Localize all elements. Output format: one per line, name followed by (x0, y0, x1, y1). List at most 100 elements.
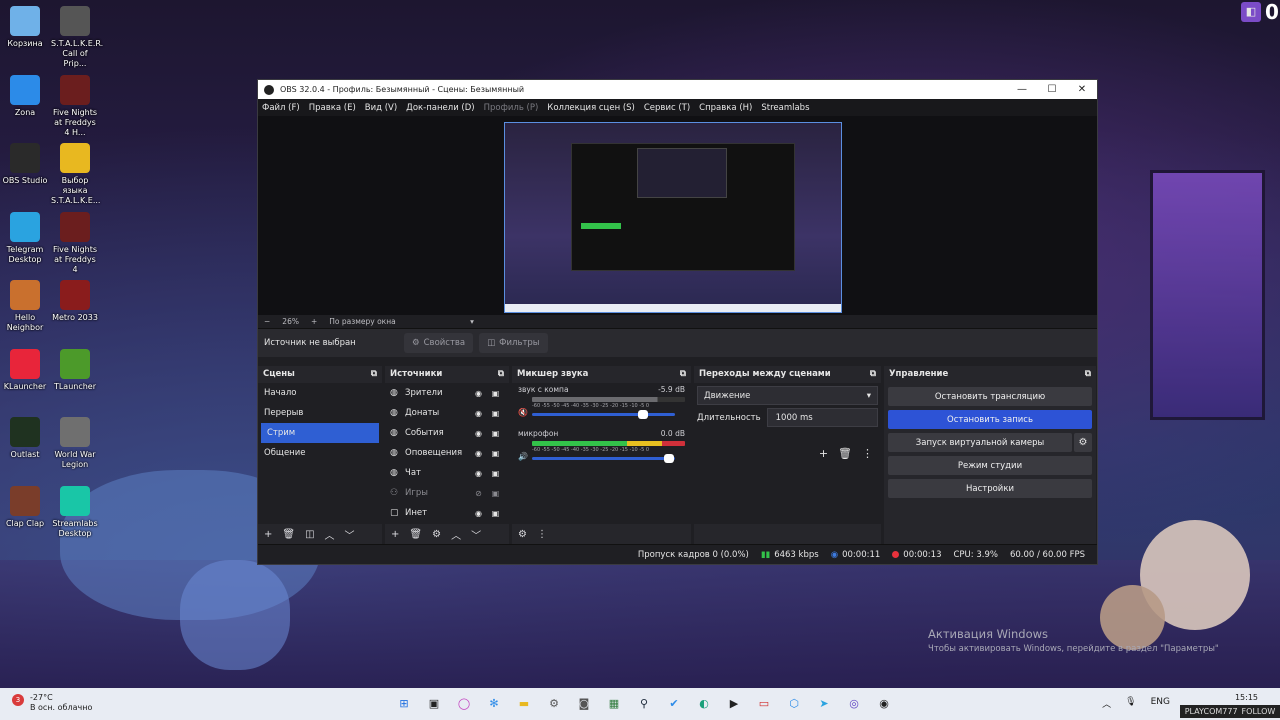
explorer-icon[interactable]: ▬ (514, 695, 534, 713)
volume-slider[interactable] (532, 410, 675, 419)
studio-mode-button[interactable]: Режим студии (888, 456, 1092, 475)
zoom-out-button[interactable]: − (264, 317, 270, 326)
filters-button[interactable]: ◫ Фильтры (479, 333, 548, 353)
menu-item[interactable]: Сервис (T) (644, 103, 690, 113)
eye-icon[interactable]: ◉ (470, 429, 487, 438)
lock-icon[interactable]: ▣ (487, 509, 504, 518)
edge-icon[interactable]: ◐ (694, 695, 714, 713)
source-item[interactable]: ◍ Зрители ◉ ▣ (385, 383, 509, 403)
muted-speaker-icon[interactable]: 🔇 (518, 408, 528, 417)
volume-slider[interactable] (532, 454, 675, 463)
lock-icon[interactable]: ▣ (487, 449, 504, 458)
undock-icon[interactable]: ⧉ (680, 369, 686, 379)
zona-icon[interactable]: ✻ (484, 695, 504, 713)
desktop-icon[interactable]: Telegram Desktop (1, 211, 49, 265)
todo-icon[interactable]: ✔ (664, 695, 684, 713)
mixer-menu-button[interactable]: ⋮ (537, 529, 547, 540)
player-icon[interactable]: ▶ (724, 695, 744, 713)
menu-item[interactable]: Справка (H) (699, 103, 752, 113)
eye-icon[interactable]: ◉ (470, 509, 487, 518)
scene-filters-button[interactable]: ◫ (305, 529, 314, 540)
scene-item[interactable]: Общение (258, 443, 382, 463)
add-source-button[interactable]: + (391, 529, 399, 540)
desktop-icon[interactable]: Metro 2033 (51, 280, 99, 323)
eye-icon[interactable]: ◉ (470, 449, 487, 458)
desktop-icon[interactable]: OBS Studio (1, 143, 49, 186)
lock-icon[interactable]: ▣ (487, 389, 504, 398)
desktop-icon[interactable]: Outlast (1, 417, 49, 460)
speaker-icon[interactable]: 🔊 (518, 452, 528, 461)
minimize-button[interactable]: — (1007, 84, 1037, 95)
properties-button[interactable]: ⚙ Свойства (404, 333, 474, 353)
undock-icon[interactable]: ⧉ (1085, 369, 1091, 379)
weather-widget[interactable]: 3 -27°C В осн. облачно (12, 693, 92, 713)
lock-icon[interactable]: ▣ (487, 409, 504, 418)
app-circle-icon[interactable]: ◎ (844, 695, 864, 713)
eye-icon[interactable]: ◉ (470, 389, 487, 398)
source-item[interactable]: ⚇ Игры ⊘ ▣ (385, 483, 509, 503)
start-virtual-camera-button[interactable]: Запуск виртуальной камеры (888, 433, 1072, 452)
camera-icon[interactable]: ◙ (574, 695, 594, 713)
menu-item[interactable]: Коллекция сцен (S) (547, 103, 635, 113)
close-button[interactable]: ✕ (1067, 84, 1097, 95)
slider-handle[interactable] (663, 454, 674, 463)
stop-stream-button[interactable]: Остановить трансляцию (888, 387, 1092, 406)
remove-transition-button[interactable]: 🗑 (838, 447, 852, 460)
scene-item[interactable]: Стрим (261, 423, 379, 443)
remove-scene-button[interactable]: 🗑 (282, 529, 295, 540)
lock-icon[interactable]: ▣ (487, 429, 504, 438)
menu-item[interactable]: Файл (F) (262, 103, 300, 113)
desktop-icon[interactable]: KLauncher (1, 348, 49, 392)
duration-input[interactable]: 1000 ms (766, 408, 878, 427)
eye-icon[interactable]: ◉ (470, 409, 487, 418)
source-item[interactable]: ◍ Донаты ◉ ▣ (385, 403, 509, 423)
presentation-icon[interactable]: ▭ (754, 695, 774, 713)
zoom-in-button[interactable]: + (311, 317, 317, 326)
store-icon[interactable]: ▦ (604, 695, 624, 713)
add-scene-button[interactable]: + (264, 529, 272, 540)
chevron-up-icon[interactable]: ︿ (1102, 697, 1111, 710)
move-down-button[interactable]: ﹀ (471, 527, 481, 542)
slider-handle[interactable] (637, 410, 648, 419)
menu-item[interactable]: Вид (V) (365, 103, 397, 113)
desktop-icon[interactable]: Корзина (1, 6, 49, 49)
menu-item[interactable]: Док-панели (D) (406, 103, 474, 113)
task-view-icon[interactable]: ▣ (424, 695, 444, 713)
microphone-icon[interactable]: 🎙 (1125, 697, 1136, 710)
move-up-button[interactable]: ︿ (325, 527, 335, 542)
settings-button[interactable]: Настройки (888, 479, 1092, 498)
menu-item[interactable]: Правка (E) (309, 103, 356, 113)
desktop-icon[interactable]: Clap Clap (1, 485, 49, 529)
move-down-button[interactable]: ﹀ (345, 527, 355, 542)
telegram-icon[interactable]: ➤ (814, 695, 834, 713)
undock-icon[interactable]: ⧉ (870, 369, 876, 379)
network-app-icon[interactable]: ⬡ (784, 695, 804, 713)
scene-item[interactable]: Начало (258, 383, 382, 403)
menu-item[interactable]: Streamlabs (761, 103, 809, 113)
opera-icon[interactable]: ◯ (454, 695, 474, 713)
source-item[interactable]: ◍ Чат ◉ ▣ (385, 463, 509, 483)
source-item[interactable]: ◍ Оповещения ◉ ▣ (385, 443, 509, 463)
source-item[interactable]: ▢ Инет ◉ ▣ (385, 503, 509, 523)
lock-icon[interactable]: ▣ (487, 469, 504, 478)
eye-icon[interactable]: ◉ (470, 469, 487, 478)
stop-record-button[interactable]: Остановить запись (888, 410, 1092, 429)
desktop-icon[interactable]: Выбор языка S.T.A.L.K.E... (51, 143, 100, 206)
remove-source-button[interactable]: 🗑 (409, 529, 422, 540)
transition-menu-button[interactable]: ⋮ (862, 447, 873, 460)
desktop-icon[interactable]: TLauncher (51, 348, 99, 392)
steam-icon[interactable]: ⚲ (634, 695, 654, 713)
desktop-icon[interactable]: Zona (1, 74, 49, 118)
settings-icon[interactable]: ⚙ (544, 695, 564, 713)
desktop-icon[interactable]: World War Legion (51, 417, 99, 470)
desktop-icon[interactable]: S.T.A.L.K.E.R. Call of Prip... (51, 6, 103, 69)
obs-taskbar-icon[interactable]: ◉ (874, 695, 894, 713)
add-transition-button[interactable]: + (819, 447, 828, 460)
maximize-button[interactable]: ☐ (1037, 84, 1067, 95)
zoom-mode-select[interactable]: По размеру окна ▾ (329, 317, 486, 326)
gear-icon[interactable]: ⚙ (1074, 433, 1092, 452)
source-settings-button[interactable]: ⚙ (432, 529, 441, 540)
lock-icon[interactable]: ▣ (487, 489, 504, 498)
transition-select[interactable]: Движение ▾ (697, 386, 878, 405)
scene-item[interactable]: Перерыв (258, 403, 382, 423)
